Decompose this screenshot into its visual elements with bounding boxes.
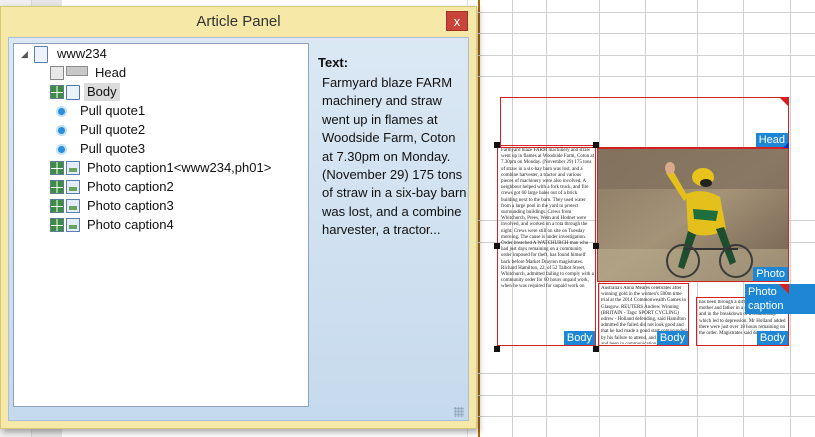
tree-item-head[interactable]: Head [50, 64, 129, 82]
tree-item-label: Photo caption1<www234,ph01> [87, 160, 272, 175]
text-frame-icon [66, 84, 80, 100]
baseline-guide [478, 12, 815, 13]
tree-item-pull-quote-2[interactable]: Pull quote2 [50, 121, 148, 139]
body-tag-1[interactable]: Body [563, 331, 595, 345]
photo-icon [66, 180, 80, 194]
cyclist-photo-graphic [598, 149, 788, 281]
close-icon[interactable]: x [446, 11, 468, 31]
tree-item-photo-caption-2[interactable]: Photo caption2 [50, 178, 177, 196]
baseline-guide [478, 373, 815, 374]
photo-frame[interactable]: Photo [597, 148, 789, 282]
headline-icon [66, 66, 88, 76]
baseline-guide [478, 76, 815, 77]
tree-item-photo-caption-3[interactable]: Photo caption3 [50, 197, 177, 215]
tree-item-label: Head [95, 65, 127, 80]
selection-handle[interactable] [593, 346, 599, 352]
frame-corner-marker [779, 97, 789, 107]
baseline-guide [478, 33, 815, 34]
panel-titlebar[interactable]: Article Panel x [1, 7, 476, 37]
collapse-triangle-icon[interactable]: ◢ [21, 49, 28, 60]
tree-item-label: Pull quote1 [80, 103, 146, 118]
tree-item-label: Pull quote3 [80, 141, 146, 156]
column-guide [790, 0, 791, 437]
page-margin-line [478, 0, 480, 437]
bullet-icon [58, 145, 65, 153]
grid-icon [50, 66, 64, 80]
panel-content: ◢ www234 Head Body Pull quote1 Pull quot… [8, 37, 469, 421]
body-text-column-1: Farmyard blaze FARM machinery and straw … [501, 148, 594, 290]
headline-frame[interactable]: Head [500, 97, 789, 148]
selection-handle[interactable] [494, 142, 500, 148]
text-heading: Text: [318, 55, 349, 70]
baseline-guide [478, 416, 815, 417]
body-tag-2[interactable]: Body [656, 331, 688, 345]
bullet-icon [58, 107, 65, 115]
article-icon [32, 45, 48, 63]
body-tag-3[interactable]: Body [756, 331, 788, 345]
frame-corner-marker [779, 284, 789, 294]
body-frame-2[interactable]: Australia's Anna Meares celebrates after… [598, 283, 689, 346]
tree-item-photo-caption-4[interactable]: Photo caption4 [50, 216, 177, 234]
photo-icon [66, 218, 80, 232]
text-preview: Farmyard blaze FARM machinery and straw … [322, 75, 467, 238]
grid-icon [50, 199, 64, 213]
article-tree[interactable]: ◢ www234 Head Body Pull quote1 Pull quot… [13, 43, 309, 407]
tree-item-photo-caption-1[interactable]: Photo caption1<www234,ph01> [50, 159, 274, 177]
selection-handle[interactable] [494, 346, 500, 352]
tree-item-label: Photo caption2 [87, 179, 174, 194]
panel-title: Article Panel [196, 13, 281, 30]
resize-grip-icon[interactable] [454, 407, 464, 417]
tree-root-label: www234 [57, 46, 107, 61]
baseline-guide [478, 395, 815, 396]
bullet-icon [58, 126, 65, 134]
tree-item-label: Photo caption4 [87, 217, 174, 232]
cyclist-photo [598, 149, 788, 281]
selection-handle[interactable] [593, 142, 599, 148]
tree-item-pull-quote-1[interactable]: Pull quote1 [50, 102, 148, 120]
photo-tag[interactable]: Photo [753, 267, 788, 281]
tree-item-label: Body [84, 83, 120, 101]
tree-item-label: Photo caption3 [87, 198, 174, 213]
selection-handle[interactable] [593, 243, 599, 249]
photo-icon [66, 161, 80, 175]
photo-icon [66, 199, 80, 213]
grid-icon [50, 84, 64, 99]
tree-item-label: Pull quote2 [80, 122, 146, 137]
body-frame-1[interactable]: Farmyard blaze FARM machinery and straw … [497, 145, 596, 346]
grid-icon [50, 218, 64, 232]
grid-icon [50, 180, 64, 194]
tree-root[interactable]: www234 [32, 45, 110, 63]
article-panel[interactable]: Article Panel x ◢ www234 Head Body Pull … [0, 6, 477, 429]
tree-item-body[interactable]: Body [50, 83, 120, 101]
grid-icon [50, 161, 64, 175]
selection-handle[interactable] [494, 243, 500, 249]
baseline-guide [478, 55, 815, 56]
tree-item-pull-quote-3[interactable]: Pull quote3 [50, 140, 148, 158]
